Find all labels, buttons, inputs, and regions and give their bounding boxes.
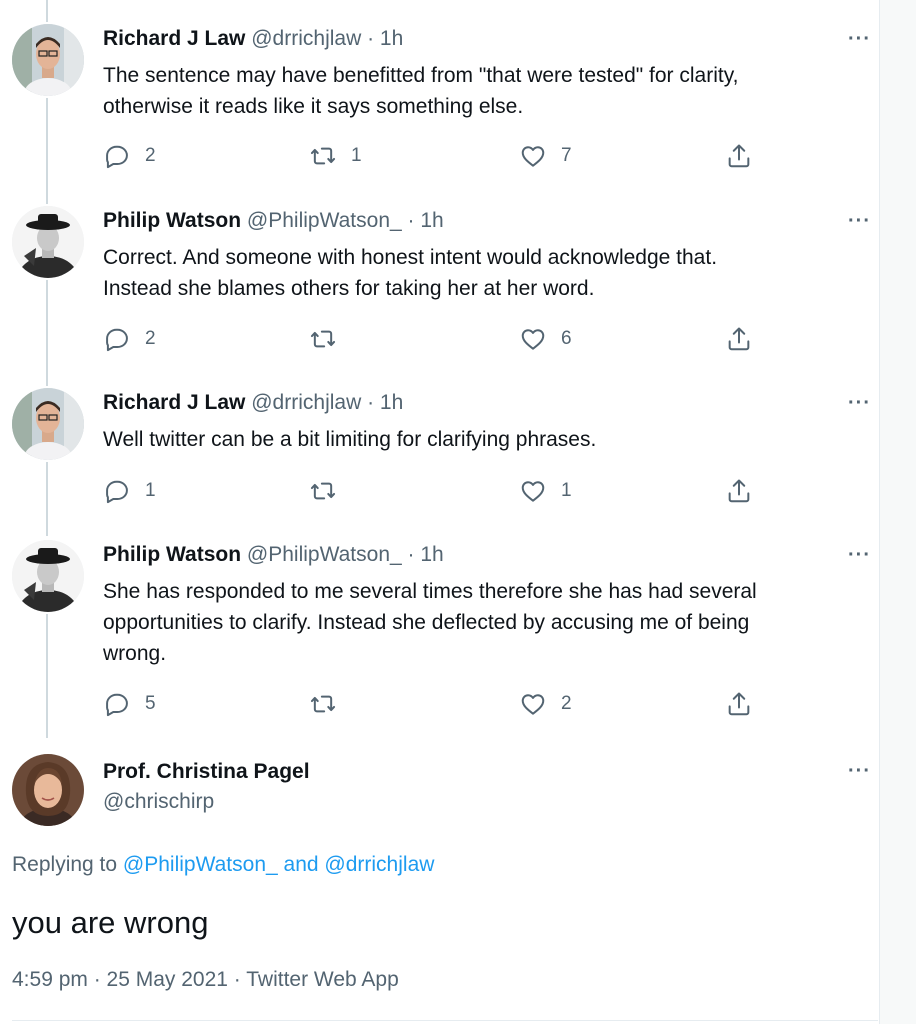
- tweet-text: The sentence may have benefitted from "t…: [103, 60, 873, 122]
- page-scroll-edge: [879, 0, 916, 1024]
- like-count: 1: [561, 480, 572, 501]
- like-button[interactable]: 1: [519, 476, 572, 506]
- more-options-icon[interactable]: ···: [848, 210, 871, 233]
- main-tweet-text: you are wrong: [12, 905, 209, 940]
- author-handle-time[interactable]: @drrichjlaw · 1h: [251, 391, 403, 414]
- author-handle-time[interactable]: @drrichjlaw · 1h: [251, 27, 403, 50]
- retweet-button[interactable]: [309, 324, 351, 354]
- reply-count: 2: [145, 328, 156, 349]
- tweet-text-line: Correct. And someone with honest intent …: [103, 246, 718, 269]
- tweet-text: She has responded to me several times th…: [103, 576, 873, 669]
- main-avatar[interactable]: [12, 754, 84, 826]
- tweet-text: Well twitter can be a bit limiting for c…: [103, 424, 873, 455]
- like-button[interactable]: 7: [519, 141, 572, 171]
- like-count: 6: [561, 328, 572, 349]
- like-icon: [519, 325, 547, 353]
- like-count: 7: [561, 145, 572, 166]
- reply-button[interactable]: 5: [103, 689, 156, 719]
- retweet-icon: [309, 325, 337, 353]
- share-icon: [725, 477, 753, 505]
- tweet-text: Correct. And someone with honest intent …: [103, 242, 873, 304]
- retweet-button[interactable]: 1: [309, 141, 362, 171]
- share-icon: [725, 690, 753, 718]
- more-options-icon[interactable]: ···: [848, 28, 871, 51]
- avatar[interactable]: [12, 24, 84, 96]
- replying-user-link[interactable]: @drrichjlaw: [324, 853, 434, 876]
- like-button[interactable]: 6: [519, 324, 572, 354]
- share-button[interactable]: [725, 141, 753, 171]
- replying-and: and: [277, 853, 325, 876]
- like-icon: [519, 690, 547, 718]
- more-options-icon[interactable]: ···: [848, 392, 871, 415]
- main-author-name[interactable]: Prof. Christina Pagel: [103, 760, 310, 784]
- reply-tweet[interactable]: Philip Watson @PhilipWatson_ · 1h ··· Co…: [0, 190, 880, 370]
- retweet-icon: [309, 142, 337, 170]
- like-button[interactable]: 2: [519, 689, 572, 719]
- avatar[interactable]: [12, 206, 84, 278]
- retweet-icon: [309, 477, 337, 505]
- like-icon: [519, 477, 547, 505]
- more-options-icon[interactable]: ···: [848, 544, 871, 567]
- reply-count: 5: [145, 693, 156, 714]
- like-icon: [519, 142, 547, 170]
- share-button[interactable]: [725, 689, 753, 719]
- reply-icon: [103, 325, 131, 353]
- author-name[interactable]: Richard J Law: [103, 391, 245, 414]
- reply-icon: [103, 690, 131, 718]
- reply-count: 2: [145, 145, 156, 166]
- tweet-text-line: Well twitter can be a bit limiting for c…: [103, 428, 597, 451]
- retweet-icon: [309, 690, 337, 718]
- replying-prefix: Replying to: [12, 853, 123, 876]
- tweet-text-line: She has responded to me several times th…: [103, 580, 757, 603]
- reply-count: 1: [145, 480, 156, 501]
- tweet-text-line: opportunities to clarify. Instead she de…: [103, 611, 750, 634]
- share-icon: [725, 325, 753, 353]
- reply-tweet[interactable]: Richard J Law @drrichjlaw · 1h ··· Well …: [0, 372, 880, 522]
- retweet-button[interactable]: [309, 689, 351, 719]
- tweet-text-line: Instead she blames others for taking her…: [103, 277, 595, 300]
- avatar[interactable]: [12, 388, 84, 460]
- tweet-text-line: otherwise it reads like it says somethin…: [103, 95, 524, 118]
- retweet-count: 1: [351, 145, 362, 166]
- share-icon: [725, 142, 753, 170]
- author-name[interactable]: Richard J Law: [103, 27, 245, 50]
- share-button[interactable]: [725, 324, 753, 354]
- author-handle-time[interactable]: @PhilipWatson_ · 1h: [247, 543, 444, 566]
- more-options-icon[interactable]: ···: [848, 760, 871, 783]
- like-count: 2: [561, 693, 572, 714]
- author-handle-time[interactable]: @PhilipWatson_ · 1h: [247, 209, 444, 232]
- reply-icon: [103, 142, 131, 170]
- tweet-text-line: wrong.: [103, 642, 167, 665]
- tweet-text-line: The sentence may have benefitted from "t…: [103, 64, 739, 87]
- reply-button[interactable]: 1: [103, 476, 156, 506]
- main-author-handle[interactable]: @chrischirp: [103, 790, 214, 814]
- replying-user-link[interactable]: @PhilipWatson_: [123, 853, 278, 876]
- tweet-timestamp[interactable]: 4:59 pm · 25 May 2021 · Twitter Web App: [12, 968, 399, 992]
- divider: [12, 1020, 878, 1021]
- reply-icon: [103, 477, 131, 505]
- reply-button[interactable]: 2: [103, 324, 156, 354]
- replying-to: Replying to @PhilipWatson_ and @drrichjl…: [12, 853, 434, 877]
- retweet-button[interactable]: [309, 476, 351, 506]
- reply-tweet[interactable]: Philip Watson @PhilipWatson_ · 1h ··· Sh…: [0, 524, 880, 734]
- author-name[interactable]: Philip Watson: [103, 543, 241, 566]
- share-button[interactable]: [725, 476, 753, 506]
- reply-tweet[interactable]: Richard J Law @drrichjlaw · 1h ··· The s…: [0, 0, 880, 190]
- reply-button[interactable]: 2: [103, 141, 156, 171]
- author-name[interactable]: Philip Watson: [103, 209, 241, 232]
- avatar[interactable]: [12, 540, 84, 612]
